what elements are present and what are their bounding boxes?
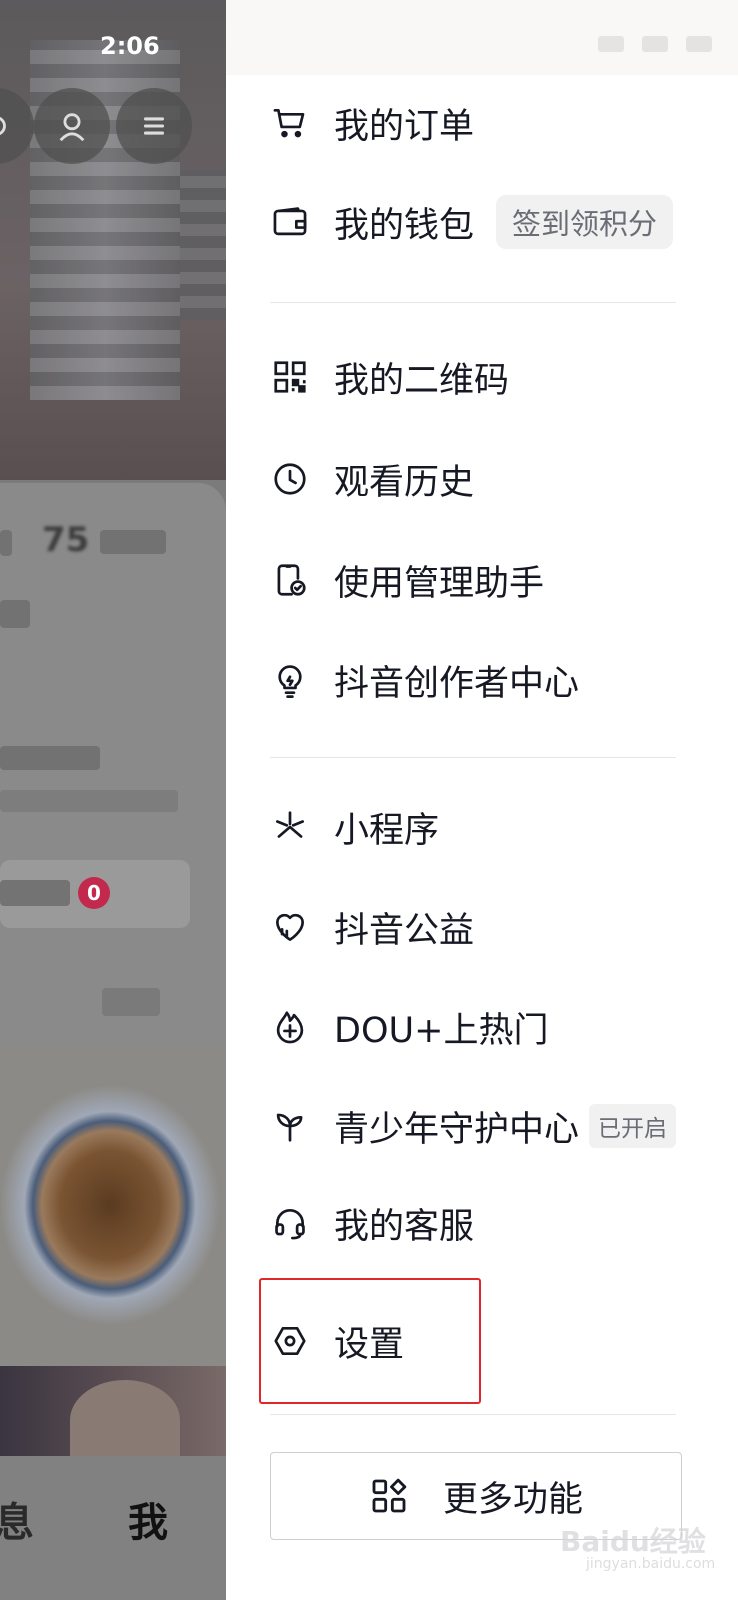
flame-plus-icon — [270, 1007, 310, 1047]
menu-button[interactable] — [116, 88, 192, 164]
blurred-text — [0, 600, 30, 628]
status-bar-area — [226, 0, 738, 75]
watermark-logo: Baidu经验 — [560, 1525, 706, 1558]
back-icon — [0, 116, 6, 136]
blurred-text — [0, 880, 70, 906]
cart-icon — [270, 103, 310, 143]
menu-item-label: 我的钱包 — [334, 205, 475, 246]
divider — [270, 757, 676, 758]
menu-item-mini-program[interactable]: 小程序 — [270, 797, 700, 857]
blurred-text — [102, 988, 160, 1016]
menu-item-label: 小程序 — [334, 810, 440, 851]
mini-program-icon — [270, 807, 310, 847]
menu-item-label: 我的订单 — [334, 106, 475, 147]
menu-item-creator-center[interactable]: 抖音创作者中心 — [270, 650, 700, 710]
nav-me-tab[interactable]: 我 — [128, 1490, 168, 1548]
menu-item-label: 使用管理助手 — [334, 563, 545, 604]
notification-badge: 0 — [78, 877, 110, 909]
hamburger-icon — [143, 117, 165, 135]
nav-messages-tab[interactable]: 息 — [0, 1490, 34, 1548]
menu-item-qrcode[interactable]: 我的二维码 — [270, 347, 700, 407]
grid-diamond-icon — [372, 1478, 407, 1513]
menu-item-wallet[interactable]: 我的钱包 签到领积分 — [270, 192, 700, 252]
cover-building-image-2 — [180, 170, 226, 320]
settings-highlight-box — [259, 1278, 481, 1404]
menu-item-label: 抖音公益 — [334, 910, 475, 951]
divider — [270, 1414, 676, 1415]
menu-item-label: DOU+上热门 — [334, 1010, 549, 1051]
menu-item-dou-plus[interactable]: DOU+上热门 — [270, 997, 700, 1057]
menu-item-customer-service[interactable]: 我的客服 — [270, 1193, 700, 1253]
battery-icon — [686, 36, 712, 52]
follower-count: 75 — [42, 520, 90, 560]
watermark-url: jingyan.baidu.com — [586, 1556, 716, 1572]
side-drawer-menu: 我的订单 我的钱包 签到领积分 我的二维码 观看历史 使用管理助手 抖音创作者中… — [226, 0, 738, 1600]
status-icons — [598, 36, 712, 52]
qrcode-icon — [270, 357, 310, 397]
headset-icon — [270, 1203, 310, 1243]
menu-item-label: 我的客服 — [334, 1206, 475, 1247]
sprout-icon — [270, 1106, 310, 1146]
phone-check-icon — [270, 560, 310, 600]
search-user-button[interactable] — [34, 88, 110, 164]
menu-item-charity[interactable]: 抖音公益 — [270, 897, 700, 957]
blurred-text — [0, 790, 178, 812]
clock-icon — [270, 459, 310, 499]
divider — [270, 302, 676, 303]
thumbnail-face — [70, 1380, 180, 1460]
lightbulb-icon — [270, 660, 310, 700]
user-icon — [59, 113, 85, 142]
menu-item-orders[interactable]: 我的订单 — [270, 93, 700, 153]
menu-item-label: 我的二维码 — [334, 360, 510, 401]
wifi-icon — [642, 36, 668, 52]
enabled-tag: 已开启 — [589, 1104, 677, 1148]
blurred-text — [0, 746, 100, 770]
video-thumbnail[interactable] — [0, 1045, 226, 1365]
heart-icon — [270, 907, 310, 947]
wallet-icon — [270, 202, 310, 242]
menu-item-label: 青少年守护中心 — [334, 1109, 580, 1150]
menu-item-history[interactable]: 观看历史 — [270, 449, 700, 509]
signal-icon — [598, 36, 624, 52]
menu-item-label: 观看历史 — [334, 462, 475, 503]
blurred-text — [0, 530, 12, 556]
blurred-text — [100, 530, 166, 554]
menu-item-label: 抖音创作者中心 — [334, 663, 580, 704]
background-profile-page: 2:06 75 0 息 我 — [0, 0, 226, 1600]
menu-item-usage-manager[interactable]: 使用管理助手 — [270, 550, 700, 610]
more-features-label: 更多功能 — [442, 1479, 583, 1520]
status-time: 2:06 — [100, 32, 160, 60]
menu-item-teen-protection[interactable]: 青少年守护中心 已开启 — [270, 1096, 700, 1156]
checkin-points-tag[interactable]: 签到领积分 — [496, 195, 674, 249]
